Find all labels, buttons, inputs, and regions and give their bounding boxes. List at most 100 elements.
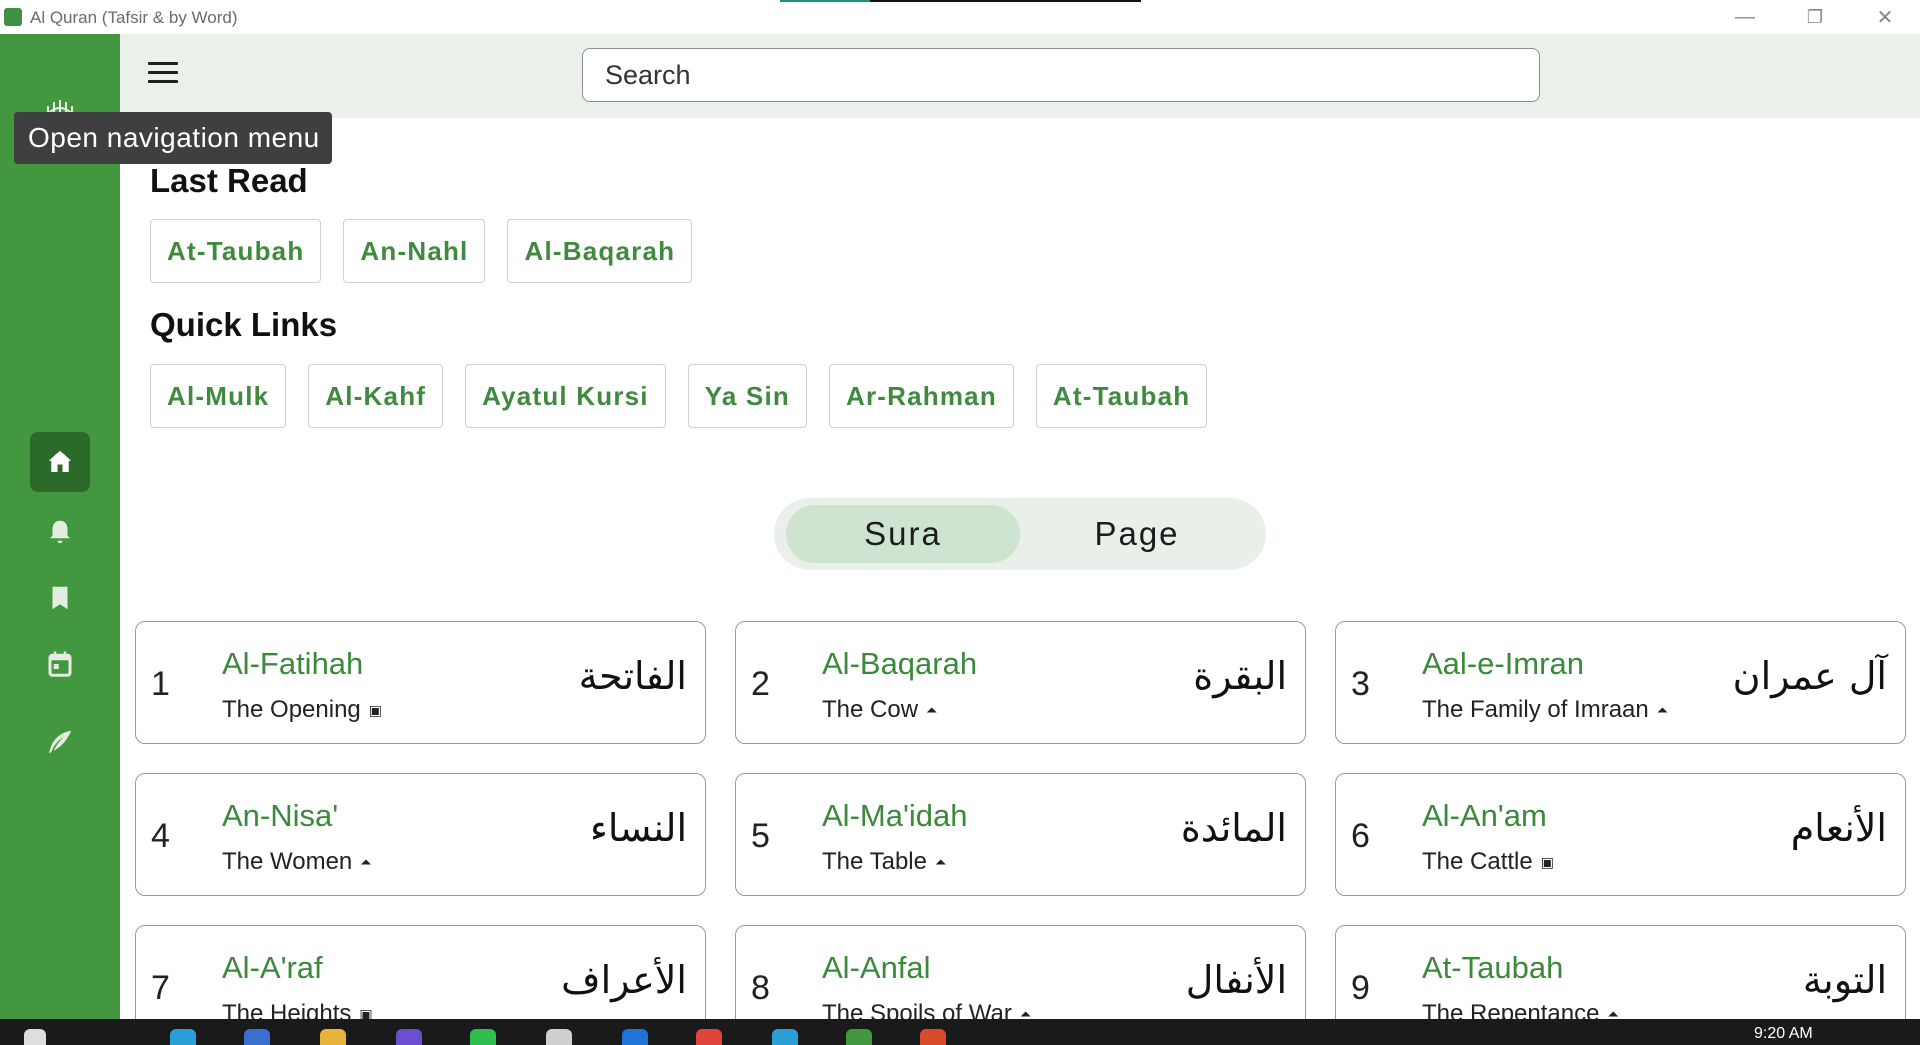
sura-card[interactable]: 3 Aal-e-Imran The Family of Imraan ⏶ آل عمرا…: [1335, 621, 1906, 744]
sura-meaning: The Women: [222, 848, 353, 875]
title-bar: Al Quran (Tafsir & by Word) — ❐ ✕: [0, 0, 1920, 34]
sura-card[interactable]: 1 Al-Fatihah The Opening ▣ الفاتحة: [135, 621, 706, 744]
mosque-icon: ⏶: [926, 701, 938, 718]
settings-icon[interactable]: [546, 1029, 572, 1045]
copilot-icon[interactable]: [396, 1029, 422, 1045]
sura-arabic-name: الأعراف: [561, 958, 687, 1002]
app-icon: [4, 8, 22, 26]
home-icon: [48, 450, 72, 472]
sura-name: Al-Ma'idah: [822, 798, 968, 833]
sura-name: Al-An'am: [1422, 798, 1547, 833]
sura-meaning: The Cow: [822, 696, 919, 723]
rail-calendar[interactable]: [30, 634, 90, 694]
mail-icon[interactable]: [622, 1029, 648, 1045]
last-read-title: Last Read: [150, 162, 308, 199]
sura-meaning: The Table: [822, 848, 927, 875]
sura-meaning-row: The Cow ⏶: [822, 696, 937, 724]
menu-tooltip: Open navigation menu: [14, 112, 332, 164]
sura-meaning-row: The Family of Imraan ⏶: [1422, 696, 1668, 724]
sura-name: At-Taubah: [1422, 950, 1564, 985]
sura-number: 2: [751, 665, 770, 703]
taskbar: 9:20 AM: [0, 1019, 1920, 1045]
quick-links-chips: Al-Mulk Al-Kahf Ayatul Kursi Ya Sin Ar-R…: [150, 364, 1208, 428]
sura-card[interactable]: 4 An-Nisa' The Women ⏶ النساء: [135, 773, 706, 896]
sura-card[interactable]: 2 Al-Baqarah The Cow ⏶ البقرة: [735, 621, 1306, 744]
view-toggle: Sura Page: [774, 498, 1266, 570]
sura-arabic-name: التوبة: [1802, 958, 1887, 1002]
sura-arabic-name: الأنفال: [1185, 958, 1287, 1002]
quick-link-chip[interactable]: At-Taubah: [1035, 364, 1208, 428]
sura-meaning-row: The Table ⏶: [822, 848, 946, 876]
chrome-icon[interactable]: [696, 1029, 722, 1045]
last-read-chips: At-Taubah An-Nahl Al-Baqarah: [150, 219, 693, 283]
telegram-icon[interactable]: [772, 1029, 798, 1045]
minimize-button[interactable]: —: [1710, 0, 1780, 34]
sura-card[interactable]: 6 Al-An'am The Cattle ▣ الأنعام: [1335, 773, 1906, 896]
sura-arabic-name: المائدة: [1180, 806, 1287, 850]
rail-quill[interactable]: [30, 712, 90, 772]
sura-name: Aal-e-Imran: [1422, 646, 1584, 681]
sura-card[interactable]: 5 Al-Ma'idah The Table ⏶ المائدة: [735, 773, 1306, 896]
mosque-icon: ⏶: [934, 853, 947, 870]
last-read-chip[interactable]: Al-Baqarah: [507, 219, 693, 283]
quick-link-chip[interactable]: Ayatul Kursi: [465, 364, 666, 428]
start-icon[interactable]: [24, 1029, 46, 1045]
quick-links-title: Quick Links: [150, 306, 338, 343]
menu-line-icon: [148, 80, 178, 83]
bookmark-icon: [52, 586, 68, 610]
last-read-chip[interactable]: An-Nahl: [343, 219, 486, 283]
bell-icon: [50, 520, 70, 544]
sura-number: 7: [151, 969, 170, 1007]
side-rail: [0, 34, 120, 1019]
whatsapp-icon[interactable]: [470, 1029, 496, 1045]
restore-button[interactable]: ❐: [1780, 0, 1850, 34]
sura-number: 1: [151, 665, 170, 703]
sura-number: 9: [1351, 969, 1370, 1007]
app-window: Al Quran (Tafsir & by Word) — ❐ ✕ Open n: [0, 0, 1920, 1045]
sura-number: 3: [1351, 665, 1370, 703]
quran-app-icon[interactable]: [846, 1029, 872, 1045]
search-input[interactable]: [582, 48, 1540, 102]
office-icon[interactable]: [920, 1029, 946, 1045]
close-button[interactable]: ✕: [1850, 0, 1920, 34]
sura-number: 8: [751, 969, 770, 1007]
sura-meaning: The Cattle: [1422, 848, 1533, 875]
sura-arabic-name: الفاتحة: [578, 654, 687, 698]
menu-line-icon: [148, 62, 178, 65]
sura-name: An-Nisa': [222, 798, 339, 833]
sura-name: Al-Anfal: [822, 950, 931, 985]
folder-icon[interactable]: [320, 1029, 346, 1045]
taskbar-clock: 9:20 AM: [1754, 1025, 1813, 1042]
hamburger-menu-button[interactable]: [148, 62, 178, 86]
sura-meaning: The Family of Imraan: [1422, 696, 1649, 723]
quick-link-chip[interactable]: Ya Sin: [687, 364, 807, 428]
sura-name: Al-Fatihah: [222, 646, 364, 681]
mosque-icon: ⏶: [360, 853, 372, 870]
sura-arabic-name: الأنعام: [1790, 806, 1887, 850]
quick-link-chip[interactable]: Al-Mulk: [150, 364, 287, 428]
rail-bookmarks[interactable]: [30, 568, 90, 628]
sura-number: 5: [751, 817, 770, 855]
quick-link-chip[interactable]: Ar-Rahman: [828, 364, 1014, 428]
edge-icon[interactable]: [170, 1029, 196, 1045]
tab-sura[interactable]: Sura: [786, 505, 1020, 563]
rail-home[interactable]: [30, 432, 90, 492]
sura-meaning: The Opening: [222, 696, 361, 723]
rail-notifications[interactable]: [30, 502, 90, 562]
calendar-icon: [48, 651, 72, 677]
sura-name: Al-Baqarah: [822, 646, 978, 681]
sura-meaning-row: The Women ⏶: [222, 848, 371, 876]
tab-page[interactable]: Page: [1020, 505, 1254, 563]
sura-name: Al-A'raf: [222, 950, 323, 985]
loading-progress: [780, 0, 870, 2]
sura-meaning-row: The Cattle ▣: [1422, 848, 1554, 876]
sura-arabic-name: البقرة: [1193, 654, 1287, 698]
mosque-icon: ⏶: [1656, 701, 1668, 718]
kaaba-icon: ▣: [368, 701, 382, 718]
quick-link-chip[interactable]: Al-Kahf: [308, 364, 444, 428]
sura-arabic-name: آل عمران: [1732, 654, 1887, 698]
sura-arabic-name: النساء: [590, 806, 687, 850]
files-icon[interactable]: [244, 1029, 270, 1045]
last-read-chip[interactable]: At-Taubah: [150, 219, 322, 283]
quill-icon: [48, 730, 72, 754]
